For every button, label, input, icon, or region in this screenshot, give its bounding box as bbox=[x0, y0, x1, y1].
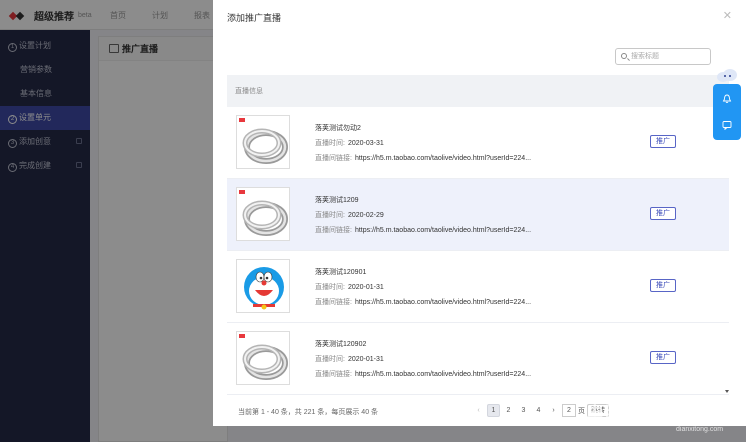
site-watermark: 电脑系统网 dianxitong.com bbox=[556, 398, 746, 442]
watermark-title: 电脑系统网 bbox=[586, 404, 681, 424]
scrollbar[interactable] bbox=[725, 107, 729, 395]
time-label: 直播时间: bbox=[315, 284, 345, 291]
time-label: 直播时间: bbox=[315, 356, 345, 363]
time-label: 直播时间: bbox=[315, 212, 345, 219]
live-name: 落荚测试120901 bbox=[315, 269, 367, 276]
live-time: 2020-02-29 bbox=[347, 212, 384, 219]
live-meta: 落荚测试勿动2 直播时间: 2020-03-31 直播间链接: https://h5… bbox=[315, 121, 531, 166]
live-link[interactable]: https://h5.m.taobao.com/taolive/video.ht… bbox=[355, 227, 531, 234]
live-time: 2020-01-31 bbox=[347, 356, 384, 363]
search-row bbox=[227, 40, 729, 75]
live-name: 落荚测试120902 bbox=[315, 341, 367, 348]
table-header: 直播信息 bbox=[227, 75, 729, 107]
floating-helper bbox=[713, 69, 741, 140]
dialog-body: 直播信息 落荚测试勿动2 直播时间:2020-03-31 直播间链接:https… bbox=[227, 40, 729, 426]
bell-icon[interactable] bbox=[722, 94, 732, 104]
live-meta: 落荚测试120901 直播时间: 2020-01-31 直播间链接: https:/… bbox=[315, 265, 531, 310]
live-meta: 落荚测试120902 直播时间: 2020-01-31 直播间链接: https:/… bbox=[315, 337, 531, 382]
live-link[interactable]: https://h5.m.taobao.com/taolive/video.ht… bbox=[355, 155, 531, 162]
live-time: 2020-01-31 bbox=[347, 284, 384, 291]
search-input[interactable] bbox=[631, 51, 707, 62]
pagination-summary: 当前第 1 - 40 条，共 221 条，每页展示 40 条 bbox=[238, 409, 379, 416]
chat-icon[interactable] bbox=[722, 120, 732, 130]
link-label: 直播间链接: bbox=[315, 371, 352, 378]
dialog-title: 添加推广直播 bbox=[227, 13, 282, 23]
live-link[interactable]: https://h5.m.taobao.com/taolive/video.ht… bbox=[355, 371, 531, 378]
link-label: 直播间链接: bbox=[315, 299, 352, 306]
search-box[interactable] bbox=[615, 48, 711, 65]
live-list: 落荚测试勿动2 直播时间: 2020-03-31 直播间链接: https://h5… bbox=[227, 107, 729, 395]
time-label: 直播时间: bbox=[315, 140, 345, 147]
live-link[interactable]: https://h5.m.taobao.com/taolive/video.ht… bbox=[355, 299, 531, 306]
column-header-live-info: 直播信息 bbox=[235, 88, 263, 95]
promote-button[interactable]: 推广 bbox=[650, 207, 676, 220]
page-3[interactable]: 3 bbox=[517, 404, 530, 417]
table-row[interactable]: 落荚测试120901 直播时间: 2020-01-31 直播间链接: https:/… bbox=[227, 251, 729, 323]
table-row[interactable]: 落荚测试勿动2 直播时间: 2020-03-31 直播间链接: https://h5… bbox=[227, 107, 729, 179]
page-1[interactable]: 1 bbox=[487, 404, 500, 417]
watermark-url: dianxitong.com bbox=[676, 426, 724, 433]
page-4[interactable]: 4 bbox=[532, 404, 545, 417]
page-2[interactable]: 2 bbox=[502, 404, 515, 417]
table-row[interactable]: 落荚测试120902 直播时间: 2020-01-31 直播间链接: https:/… bbox=[227, 323, 729, 395]
live-name: 落荚测试勿动2 bbox=[315, 125, 361, 132]
promote-button[interactable]: 推广 bbox=[650, 351, 676, 364]
promote-button[interactable]: 推广 bbox=[650, 135, 676, 148]
live-thumbnail bbox=[236, 187, 290, 241]
live-thumbnail bbox=[236, 259, 290, 313]
live-thumbnail bbox=[236, 331, 290, 385]
cloud-icon bbox=[717, 69, 737, 82]
promote-button[interactable]: 推广 bbox=[650, 279, 676, 292]
live-name: 落荚测试1209 bbox=[315, 197, 359, 204]
close-icon[interactable]: ✕ bbox=[723, 9, 732, 22]
prev-page-icon[interactable]: ‹ bbox=[472, 404, 485, 417]
table-row[interactable]: 落荚测试1209 直播时间: 2020-02-29 直播间链接: https://h… bbox=[227, 179, 729, 251]
scroll-down-arrow-icon[interactable] bbox=[725, 390, 729, 393]
add-live-dialog: 添加推广直播 ✕ 直播信息 落荚测试勿动2 直播时间:2020-03-31 直播… bbox=[213, 0, 746, 426]
search-icon bbox=[621, 53, 627, 59]
link-label: 直播间链接: bbox=[315, 227, 352, 234]
live-time: 2020-03-31 bbox=[347, 140, 384, 147]
live-thumbnail bbox=[236, 115, 290, 169]
live-meta: 落荚测试1209 直播时间: 2020-02-29 直播间链接: https://h… bbox=[315, 193, 531, 238]
link-label: 直播间链接: bbox=[315, 155, 352, 162]
